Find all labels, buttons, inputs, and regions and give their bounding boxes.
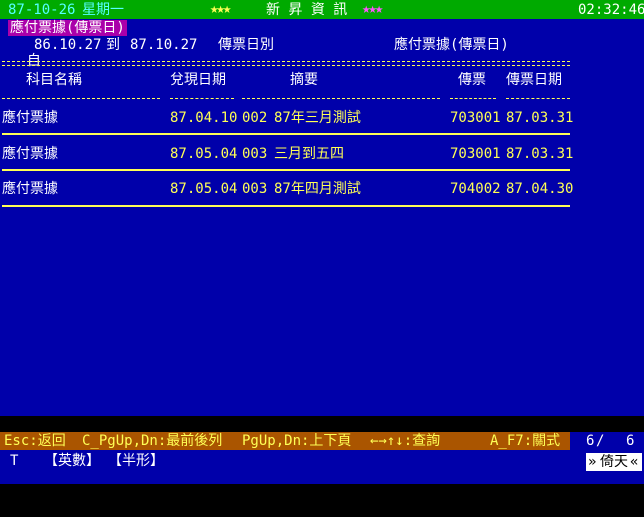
system-weekday: 星期一 [82, 2, 124, 18]
col-header-voucher: 傳票 [458, 72, 486, 88]
cell-voucher-date: 87.04.30 [506, 181, 574, 197]
cell-summary: 三月到五四 [274, 146, 344, 162]
cell-summary: 87年四月測試 [274, 181, 361, 197]
cell-seq: 003 [242, 146, 268, 162]
report-title: 應付票據(傳票日) [8, 20, 127, 36]
cell-account: 應付票據 [2, 110, 58, 126]
column-divider [506, 98, 570, 99]
page-total: 6 [626, 433, 635, 449]
function-key-bar: Esc:返回 C_PgUp,Dn:最前後列 PgUp,Dn:上下頁 ←→↑↓:查… [0, 432, 644, 450]
cell-account: 應付票據 [2, 146, 58, 162]
page-separator: / [596, 433, 605, 449]
input-mode-indicator: T [10, 453, 19, 469]
title-bar: 87-10-26 星期一 ★★★ 新 昇 資 訊 ★★★ 02:32:46 [0, 0, 644, 19]
message-line [0, 416, 644, 432]
col-header-summary: 摘要 [290, 72, 318, 88]
system-clock: 02:32:46 [578, 2, 644, 18]
chevron-right-icon: » [588, 454, 597, 470]
eten-logo: » 倚天 « [586, 453, 642, 471]
page-key-hint[interactable]: PgUp,Dn:上下頁 [242, 433, 351, 449]
report-name: 應付票據(傳票日) [394, 37, 509, 53]
alt-f7-key-hint[interactable]: A_F7:關式 [490, 433, 560, 449]
half-width-button[interactable]: 【半形】 [108, 453, 164, 469]
cell-seq: 002 [242, 110, 268, 126]
cell-voucher-date: 87.03.31 [506, 110, 574, 126]
chevron-left-icon: « [630, 454, 639, 470]
column-divider [242, 98, 440, 99]
col-header-account: 科目名稱 [26, 72, 82, 88]
row-separator [2, 169, 570, 171]
column-divider [450, 98, 496, 99]
esc-key-hint[interactable]: Esc:返回 [4, 433, 66, 449]
alnum-mode-button[interactable]: 【英數】 [44, 453, 100, 469]
column-divider [170, 98, 234, 99]
cell-voucher: 704002 [450, 181, 501, 197]
col-header-due-date: 兌現日期 [170, 72, 226, 88]
app-name: 新 昇 資 訊 [266, 2, 348, 18]
to-date: 87.10.27 [130, 37, 198, 53]
cell-due-date: 87.04.10 [170, 110, 238, 126]
cell-voucher: 703001 [450, 110, 501, 126]
cell-due-date: 87.05.04 [170, 146, 238, 162]
star-icon: ★★★ [210, 1, 231, 17]
cell-due-date: 87.05.04 [170, 181, 238, 197]
row-separator [2, 205, 570, 207]
ctrl-page-key-hint[interactable]: C_PgUp,Dn:最前後列 [82, 433, 222, 449]
cell-voucher-date: 87.03.31 [506, 146, 574, 162]
cell-voucher: 703001 [450, 146, 501, 162]
column-divider [2, 98, 160, 99]
sort-label: 傳票日別 [218, 37, 274, 53]
header-divider [2, 61, 570, 66]
row-separator [2, 133, 570, 135]
cell-seq: 003 [242, 181, 268, 197]
logo-text: 倚天 [600, 454, 628, 470]
to-label: 到 [106, 37, 120, 53]
arrow-keys-hint[interactable]: ←→↑↓:查詢 [370, 433, 440, 449]
input-method-bar: T 【英數】 【半形】 [0, 450, 644, 484]
col-header-voucher-date: 傳票日期 [506, 72, 562, 88]
system-date: 87-10-26 [8, 2, 76, 18]
cell-account: 應付票據 [2, 181, 58, 197]
page-current: 6 [586, 433, 595, 449]
from-date: 86.10.27 [34, 37, 102, 53]
star-icon: ★★★ [362, 1, 383, 17]
cell-summary: 87年三月測試 [274, 110, 361, 126]
